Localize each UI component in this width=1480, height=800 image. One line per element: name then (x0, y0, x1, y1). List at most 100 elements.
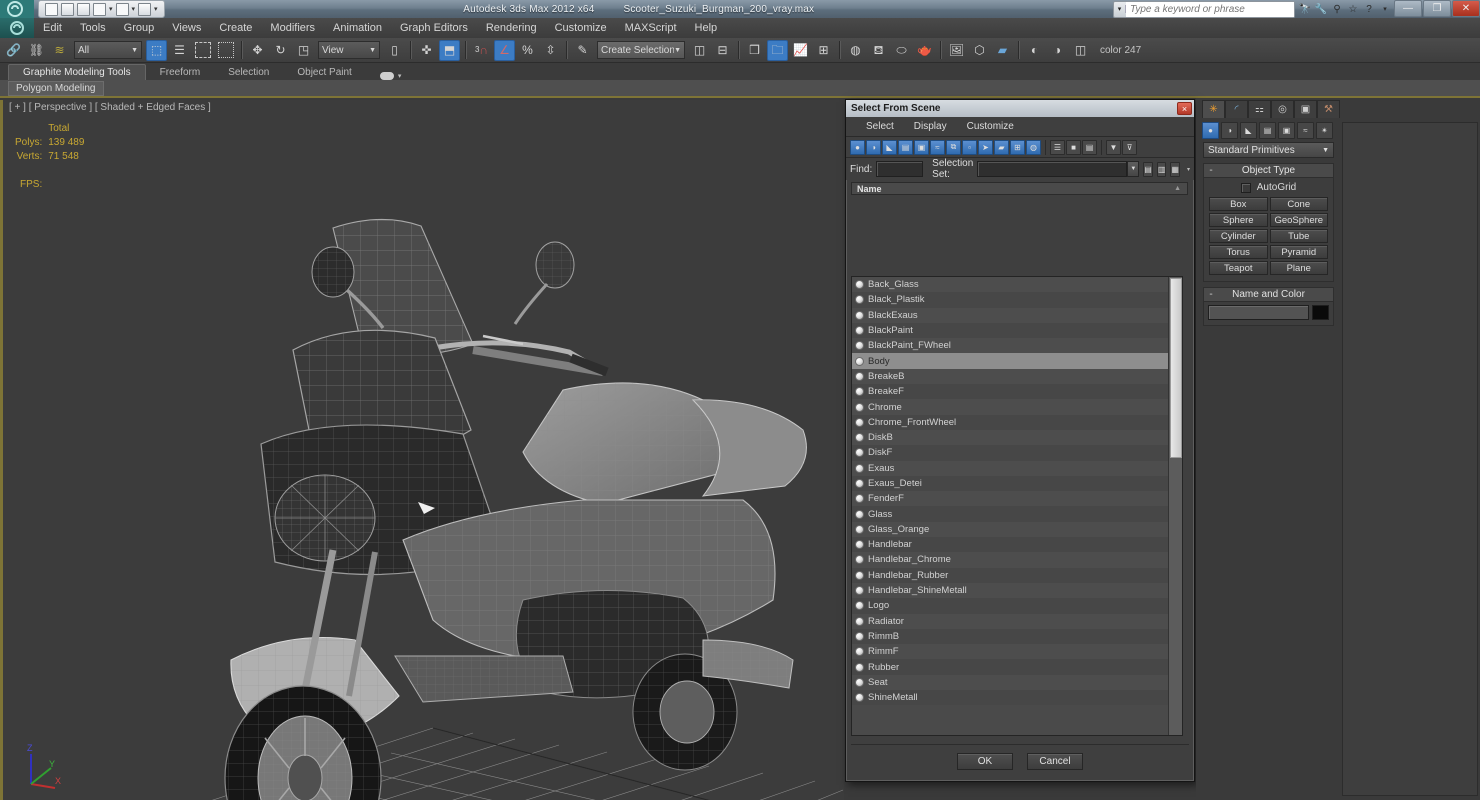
minimize-button[interactable]: — (1394, 0, 1422, 17)
sphere-button[interactable]: Sphere (1209, 213, 1268, 227)
quick-render-icon[interactable]: 🖼 (946, 40, 967, 61)
torus-button[interactable]: Torus (1209, 245, 1268, 259)
new-icon[interactable] (45, 2, 58, 16)
list-item[interactable]: Back_Glass (852, 277, 1169, 293)
filter-icon[interactable]: ▼ (1106, 139, 1121, 155)
redo-icon[interactable] (115, 2, 129, 16)
menu-customize[interactable]: Customize (546, 20, 616, 36)
wrench-icon[interactable]: 🔧 (1313, 1, 1329, 17)
unlink-icon[interactable]: ⛓ (26, 40, 47, 61)
object-name-input[interactable] (1208, 305, 1309, 320)
display-bones-icon[interactable]: ➤ (978, 139, 993, 155)
undo-icon[interactable] (93, 2, 106, 16)
bind-spacewarp-icon[interactable]: ≋ (49, 40, 70, 61)
max-logo-icon[interactable] (0, 18, 34, 38)
list-item[interactable]: Handlebar_ShineMetall (852, 582, 1169, 599)
select-move-icon[interactable]: ✥ (247, 40, 268, 61)
select-by-name-icon[interactable]: ☰ (169, 40, 190, 61)
help-dropdown-icon[interactable]: ▾ (1377, 1, 1393, 17)
list-item[interactable]: Body (852, 353, 1169, 369)
list-item[interactable]: RimmB (852, 628, 1169, 645)
use-pivot-center-icon[interactable]: ▯ (384, 40, 405, 61)
tab-object-paint[interactable]: Object Paint (283, 65, 365, 80)
display-geometry-icon[interactable]: ● (850, 139, 865, 155)
display-lights-icon[interactable]: ◣ (882, 139, 897, 155)
question-icon[interactable]: ? (1361, 1, 1377, 17)
select-scale-icon[interactable]: ◳ (293, 40, 314, 61)
modify-tab[interactable]: ◜ (1225, 100, 1248, 118)
spinner-snap-icon[interactable]: ⇳ (540, 40, 561, 61)
display-xrefs-icon[interactable]: ▫ (962, 139, 977, 155)
redo-dropdown-icon[interactable]: ▾ (132, 5, 136, 13)
schematic-view-icon[interactable]: ⊞ (813, 40, 834, 61)
snap-toggle-icon[interactable]: 3 ∩ (471, 40, 492, 61)
list-item[interactable]: Exaus (852, 460, 1169, 476)
list-item[interactable]: Black_Plastik (852, 292, 1169, 308)
perspective-viewport[interactable]: [ + ] [ Perspective ] [ Shaded + Edged F… (0, 100, 844, 800)
ribbon-options-icon[interactable]: ▾ (398, 72, 402, 80)
list-item[interactable]: BlackPaint_FWheel (852, 338, 1169, 354)
display-cameras-icon[interactable]: ▤ (898, 139, 913, 155)
create-tab[interactable]: ✳ (1202, 100, 1225, 118)
render-frame-icon[interactable]: ⬭ (891, 40, 912, 61)
dialog-menu-customize[interactable]: Customize (957, 119, 1024, 134)
list-item[interactable]: DiskB (852, 429, 1169, 446)
dialog-close-button[interactable]: × (1177, 102, 1192, 115)
name-and-color-header[interactable]: - Name and Color (1204, 288, 1333, 302)
nitrous-icon[interactable]: ▰ (992, 40, 1013, 61)
menu-help[interactable]: Help (686, 20, 727, 36)
menu-edit[interactable]: Edit (34, 20, 71, 36)
edit-set-icon[interactable]: ▦ (1170, 161, 1180, 177)
display-shapes-icon[interactable]: ◑ (866, 139, 881, 155)
shapes-category[interactable]: ◑ (1221, 121, 1238, 139)
dialog-title-bar[interactable]: Select From Scene × (846, 100, 1194, 117)
ribbon-display-icon[interactable] (379, 72, 394, 80)
cone-button[interactable]: Cone (1269, 197, 1328, 211)
dialog-menu-display[interactable]: Display (904, 119, 957, 134)
scene-object-list[interactable]: Back_Glass Black_Plastik BlackExaus BlackPa… (851, 276, 1183, 736)
display-thumbnails-icon[interactable]: ▤ (1082, 139, 1097, 155)
menu-tools[interactable]: Tools (71, 20, 115, 36)
scrollbar-thumb[interactable] (1170, 278, 1182, 458)
list-vertical-scrollbar[interactable] (1168, 277, 1182, 735)
search-box[interactable]: ▾ (1113, 0, 1295, 18)
list-item[interactable]: BlackPaint (852, 322, 1169, 339)
selection-set-combo[interactable]: ▼ (977, 161, 1140, 177)
menu-graph-editors[interactable]: Graph Editors (391, 20, 477, 36)
render-setup-icon[interactable]: ⛾ (868, 40, 889, 61)
rollout-collapse-icon[interactable]: - (1204, 165, 1218, 176)
display-helpers-icon[interactable]: ▣ (914, 139, 929, 155)
select-subtree-icon[interactable]: ⊞ (1010, 139, 1025, 155)
search-dropdown-icon[interactable]: ▾ (1114, 5, 1126, 13)
list-item[interactable]: FenderF (852, 491, 1169, 507)
cameras-category[interactable]: ▤ (1259, 121, 1276, 139)
cylinder-button[interactable]: Cylinder (1209, 229, 1268, 243)
object-type-rollout-header[interactable]: - Object Type (1204, 164, 1333, 178)
material-editor-icon[interactable]: ◍ (845, 40, 866, 61)
list-item[interactable]: Handlebar_Chrome (852, 552, 1169, 568)
select-from-scene-dialog[interactable]: Select From Scene × Select Display Custo… (845, 99, 1195, 782)
list-item[interactable]: Glass_Orange (852, 521, 1169, 538)
app-logo-icon[interactable] (0, 0, 34, 18)
display-children-icon[interactable]: ■ (1066, 139, 1081, 155)
select-and-manipulate-icon[interactable]: ✜ (416, 40, 437, 61)
list-item[interactable]: RimmF (852, 644, 1169, 660)
select-influences-icon[interactable]: ◍ (1026, 139, 1041, 155)
select-object-icon[interactable]: ⬚ (146, 39, 167, 61)
lights-category[interactable]: ◣ (1240, 121, 1257, 139)
pyramid-button[interactable]: Pyramid (1269, 245, 1328, 259)
menu-create[interactable]: Create (210, 20, 261, 36)
menu-maxscript[interactable]: MAXScript (616, 20, 686, 36)
rectangular-region-icon[interactable] (192, 40, 213, 61)
window-crossing-icon[interactable] (215, 40, 236, 61)
systems-category[interactable]: ✴ (1316, 121, 1333, 139)
geosphere-button[interactable]: GeoSphere (1269, 213, 1328, 227)
display-containers-icon[interactable]: ▰ (994, 139, 1009, 155)
align-icon[interactable]: ⊟ (712, 40, 733, 61)
list-item[interactable]: Rubber (852, 659, 1169, 675)
advanced-filter-icon[interactable]: ⊽ (1122, 139, 1137, 155)
ok-button[interactable]: OK (957, 752, 1013, 770)
tab-freeform[interactable]: Freeform (146, 65, 215, 80)
add-set-icon[interactable]: ▤ (1143, 161, 1153, 177)
named-selection-icon[interactable]: ✎ (572, 40, 593, 61)
